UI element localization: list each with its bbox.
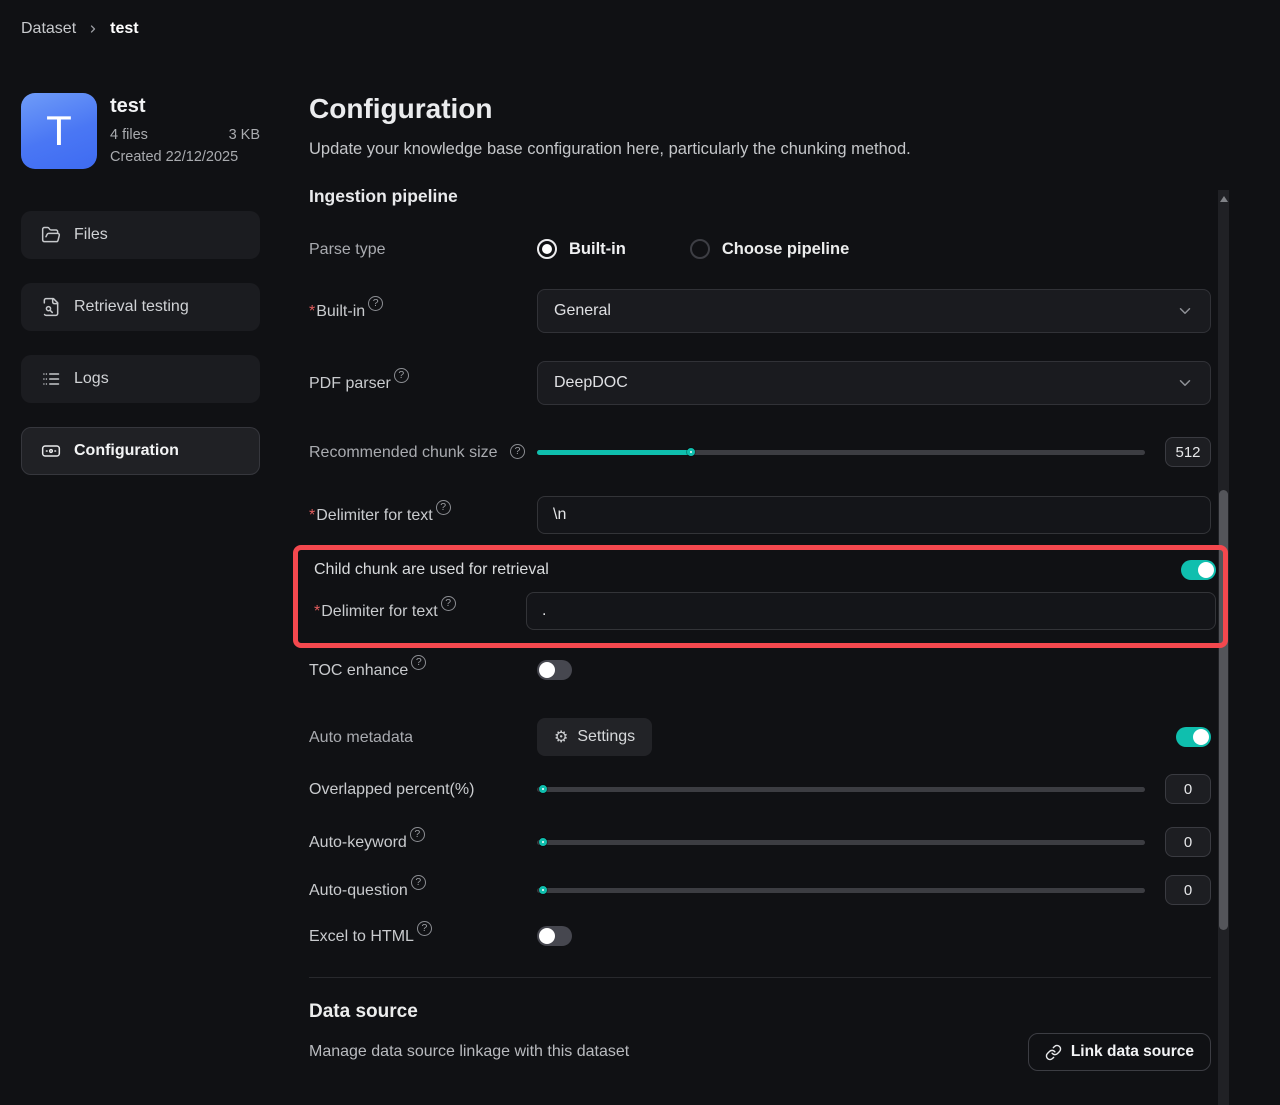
help-icon[interactable]: ? <box>411 875 426 890</box>
folder-icon <box>41 225 61 245</box>
built-in-label: *Built-in? <box>309 300 537 323</box>
chevron-down-icon <box>1176 374 1194 392</box>
kb-title: test <box>110 95 260 118</box>
radio-built-in[interactable]: Built-in <box>537 239 626 259</box>
data-source-subtitle: Manage data source linkage with this dat… <box>309 1043 629 1061</box>
list-icon <box>41 369 61 389</box>
parse-type-label: Parse type <box>309 238 537 261</box>
auto-metadata-toggle[interactable] <box>1176 727 1211 747</box>
help-icon[interactable]: ? <box>417 921 432 936</box>
chevron-right-icon <box>87 23 99 35</box>
excel-to-html-label: Excel to HTML? <box>309 925 537 948</box>
slider-thumb[interactable] <box>539 886 547 894</box>
delimiter-input[interactable] <box>537 496 1211 534</box>
delimiter-row: *Delimiter for text? <box>309 496 1211 534</box>
sidebar-item-label: Configuration <box>74 442 179 460</box>
overlapped-percent-row: Overlapped percent(%) 0 <box>309 774 1211 804</box>
help-icon[interactable]: ? <box>394 368 409 383</box>
help-icon[interactable]: ? <box>410 827 425 842</box>
auto-keyword-row: Auto-keyword? 0 <box>309 827 1211 857</box>
auto-question-label: Auto-question? <box>309 879 537 902</box>
delimiter-label: *Delimiter for text? <box>309 504 537 527</box>
slider-thumb[interactable] <box>539 785 547 793</box>
sidebar-item-label: Logs <box>74 370 109 388</box>
sidebar-item-logs[interactable]: Logs <box>21 355 260 403</box>
annotation-highlight-box: Child chunk are used for retrieval *Deli… <box>293 545 1228 648</box>
sidebar-item-configuration[interactable]: Configuration <box>21 427 260 475</box>
auto-keyword-value[interactable]: 0 <box>1165 827 1211 857</box>
auto-metadata-row: Auto metadata ⚙ Settings <box>309 718 1211 756</box>
section-ingestion-pipeline: Ingestion pipeline <box>309 186 458 207</box>
kb-file-count: 4 files <box>110 127 148 143</box>
breadcrumb-current: test <box>110 20 138 38</box>
auto-question-row: Auto-question? 0 <box>309 875 1211 905</box>
auto-question-slider[interactable] <box>537 875 1145 905</box>
chevron-down-icon <box>1176 302 1194 320</box>
sidebar-item-label: Retrieval testing <box>74 298 189 316</box>
pdf-parser-row: PDF parser? DeepDOC <box>309 361 1211 405</box>
excel-to-html-toggle[interactable] <box>537 926 572 946</box>
pdf-parser-label: PDF parser? <box>309 372 537 395</box>
slider-thumb[interactable] <box>687 448 695 456</box>
scroll-up-arrow-icon[interactable] <box>1220 196 1228 202</box>
chunk-size-value[interactable]: 512 <box>1165 437 1211 467</box>
built-in-select[interactable]: General <box>537 289 1211 333</box>
data-source-title: Data source <box>309 1001 418 1023</box>
gear-icon: ⚙ <box>554 729 568 745</box>
sidebar-nav: Files Retrieval testing Logs Configurati… <box>21 211 260 499</box>
kb-size: 3 KB <box>229 127 260 143</box>
help-icon[interactable]: ? <box>441 596 456 611</box>
auto-metadata-label: Auto metadata <box>309 726 537 749</box>
page-title: Configuration <box>309 93 493 125</box>
file-search-icon <box>41 297 61 317</box>
chunk-size-slider[interactable] <box>537 437 1145 467</box>
child-chunk-row: Child chunk are used for retrieval <box>314 557 1216 583</box>
pdf-parser-select[interactable]: DeepDOC <box>537 361 1211 405</box>
configuration-panel: Configuration Update your knowledge base… <box>309 93 1211 1105</box>
chunk-size-label: Recommended chunk size? <box>309 441 537 464</box>
overlapped-percent-slider[interactable] <box>537 774 1145 804</box>
excel-to-html-row: Excel to HTML? <box>309 925 1211 947</box>
breadcrumb: Dataset test <box>21 20 139 38</box>
child-delimiter-input[interactable] <box>526 592 1216 630</box>
sidebar-item-retrieval-testing[interactable]: Retrieval testing <box>21 283 260 331</box>
child-delimiter-row: *Delimiter for text? <box>314 592 1216 630</box>
auto-question-value[interactable]: 0 <box>1165 875 1211 905</box>
link-icon <box>1045 1044 1062 1061</box>
overlapped-percent-label: Overlapped percent(%) <box>309 778 537 801</box>
help-icon[interactable]: ? <box>510 444 525 459</box>
help-icon[interactable]: ? <box>411 655 426 670</box>
config-card-icon <box>41 441 61 461</box>
toc-enhance-row: TOC enhance? <box>309 659 1211 681</box>
section-divider <box>309 977 1211 978</box>
page-subtitle: Update your knowledge base configuration… <box>309 140 911 159</box>
radio-selected-icon <box>537 239 557 259</box>
radio-unselected-icon <box>690 239 710 259</box>
auto-keyword-slider[interactable] <box>537 827 1145 857</box>
toc-enhance-toggle[interactable] <box>537 660 572 680</box>
built-in-row: *Built-in? General <box>309 289 1211 333</box>
child-chunk-toggle[interactable] <box>1181 560 1216 580</box>
overlapped-percent-value[interactable]: 0 <box>1165 774 1211 804</box>
sidebar-item-label: Files <box>74 226 108 244</box>
toc-enhance-label: TOC enhance? <box>309 659 537 682</box>
parse-type-row: Parse type Built-in Choose pipeline <box>309 235 1211 263</box>
breadcrumb-dataset-link[interactable]: Dataset <box>21 20 76 38</box>
radio-choose-pipeline[interactable]: Choose pipeline <box>690 239 849 259</box>
sidebar-item-files[interactable]: Files <box>21 211 260 259</box>
data-source-row: Manage data source linkage with this dat… <box>309 1033 1211 1071</box>
avatar: T <box>21 93 97 169</box>
slider-thumb[interactable] <box>539 838 547 846</box>
child-delimiter-label: *Delimiter for text? <box>314 600 526 623</box>
kb-created-date: Created 22/12/2025 <box>110 149 260 165</box>
metadata-settings-button[interactable]: ⚙ Settings <box>537 718 652 756</box>
child-chunk-label: Child chunk are used for retrieval <box>314 561 549 579</box>
help-icon[interactable]: ? <box>368 296 383 311</box>
chunk-size-row: Recommended chunk size? 512 <box>309 430 1211 474</box>
link-data-source-button[interactable]: Link data source <box>1028 1033 1211 1071</box>
help-icon[interactable]: ? <box>436 500 451 515</box>
auto-keyword-label: Auto-keyword? <box>309 831 537 854</box>
kb-card: T test 4 files 3 KB Created 22/12/2025 <box>21 93 260 169</box>
